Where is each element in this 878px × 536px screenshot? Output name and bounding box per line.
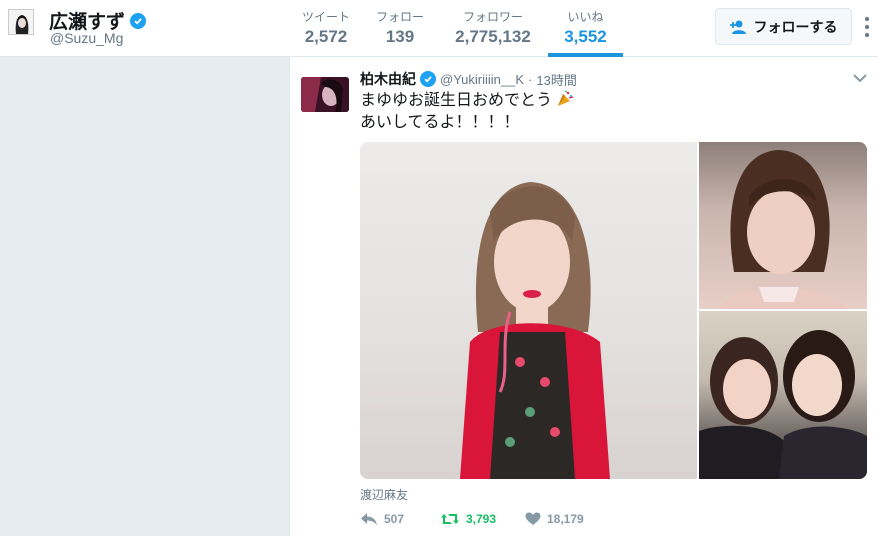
stat-value: 2,775,132: [455, 27, 531, 46]
stat-value: 139: [385, 27, 415, 46]
stat-label: ツイート: [301, 10, 350, 24]
stat-tweets[interactable]: ツイート 2,572: [298, 0, 354, 57]
tweet-actions: 507 3,793 18,179: [360, 512, 584, 526]
like-count: 18,179: [547, 512, 584, 526]
retweet-count: 3,793: [466, 512, 497, 526]
photo-tag-caption[interactable]: 渡辺麻友: [360, 486, 408, 503]
tweet-text-line1: まゆゆお誕生日おめでとう: [360, 92, 553, 109]
tweet-photo-bottom[interactable]: [699, 311, 867, 479]
stat-label: フォロー: [375, 10, 424, 24]
group-selfie-photo: [699, 330, 867, 479]
stat-likes[interactable]: いいね 3,552: [548, 0, 623, 57]
stat-following[interactable]: フォロー 139: [372, 0, 428, 57]
retweet-button[interactable]: 3,793: [440, 512, 525, 526]
tweet-timestamp[interactable]: 13時間: [536, 70, 576, 89]
stat-value: 2,572: [304, 27, 348, 46]
separator-dot: ·: [528, 71, 533, 87]
tweet-photo-column: [699, 142, 867, 479]
follow-button[interactable]: フォローする: [715, 8, 852, 45]
stat-followers[interactable]: フォロワー 2,775,132: [448, 0, 538, 57]
tweet-text-line2: あいしてるよ！！！！: [360, 114, 520, 131]
heart-icon: [525, 512, 541, 525]
tweet-author-handle[interactable]: @Yukiriiiin__K: [440, 72, 524, 87]
tweet-author-name[interactable]: 柏木由紀: [360, 69, 416, 89]
stat-label: フォロワー: [462, 10, 523, 24]
party-popper-icon: [558, 90, 574, 106]
tweet-text: まゆゆお誕生日おめでとう あいしてるよ！！！！: [360, 90, 574, 134]
tweet-header: 柏木由紀 @Yukiriiiin__K · 13時間: [360, 69, 577, 89]
stat-value: 3,552: [564, 27, 607, 46]
verified-badge-icon: [420, 71, 436, 87]
timeline-column: 柏木由紀 @Yukiriiiin__K · 13時間 まゆゆお誕生日おめでとう …: [289, 57, 878, 536]
tweet-author-avatar[interactable]: [301, 77, 349, 112]
more-options-icon[interactable]: [860, 14, 874, 40]
like-button[interactable]: 18,179: [525, 512, 584, 526]
profile-avatar[interactable]: [8, 9, 34, 35]
chevron-down-icon[interactable]: [852, 71, 868, 83]
reply-button[interactable]: 507: [360, 512, 440, 526]
stat-label: いいね: [567, 10, 604, 24]
follow-button-label: フォローする: [753, 18, 838, 35]
avatar-image: [9, 10, 33, 34]
portrait-photo: [460, 182, 610, 479]
profile-header-bar: 広瀬すず @Suzu_Mg ツイート 2,572 フォロー 139 フォロワー …: [0, 0, 878, 57]
tweet-media-grid: [360, 142, 867, 479]
profile-handle[interactable]: @Suzu_Mg: [50, 30, 123, 46]
retweet-icon: [441, 514, 459, 524]
reply-count: 507: [384, 512, 405, 526]
reply-icon: [361, 513, 377, 525]
selfie-photo: [719, 150, 849, 309]
tweet-photo-top[interactable]: [699, 142, 867, 309]
verified-badge-icon: [130, 12, 147, 29]
author-avatar-image: [301, 77, 349, 112]
add-user-icon: [729, 20, 746, 34]
tweet-photo-main[interactable]: [360, 142, 697, 479]
